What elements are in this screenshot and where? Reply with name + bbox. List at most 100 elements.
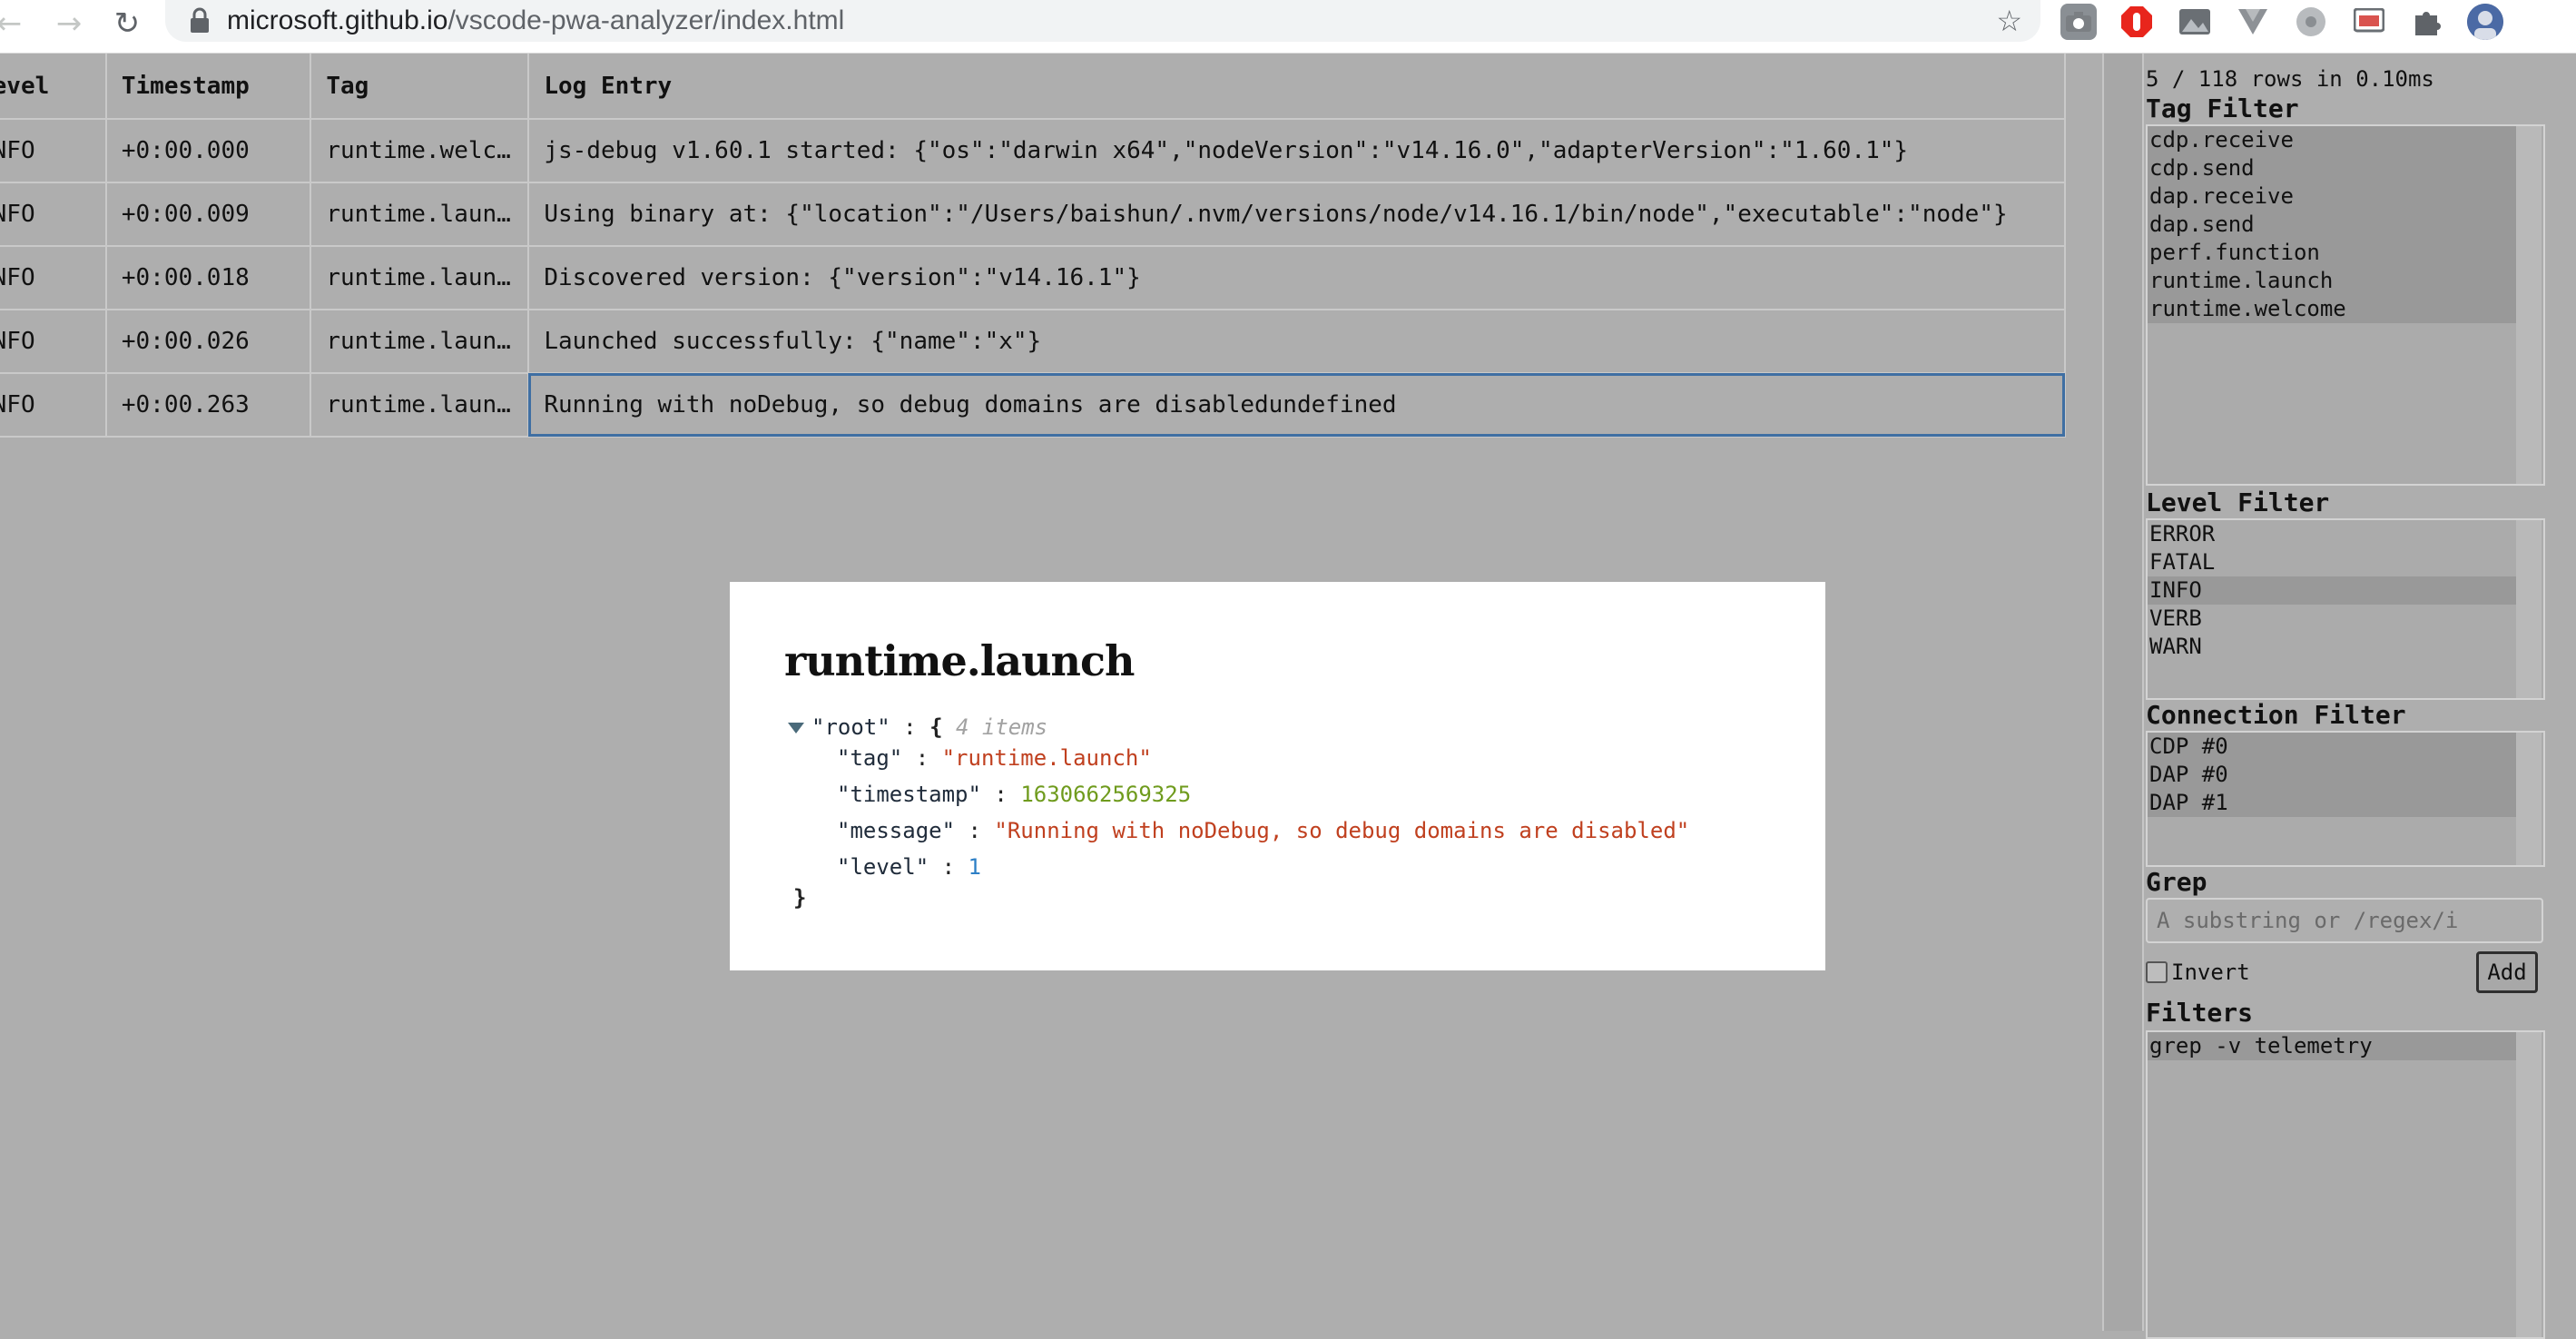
connection-option[interactable]: CDP #0	[2148, 733, 2518, 761]
json-field: "tag" : "runtime.launch"	[837, 745, 1152, 771]
cell-timestamp: +0:00.009	[105, 182, 312, 247]
reload-icon[interactable]: ↻	[109, 5, 145, 42]
json-value: 1	[968, 854, 981, 880]
cell-message[interactable]: Discovered version: {"version":"v14.16.1…	[528, 246, 2066, 310]
connection-filter-scrollbar[interactable]	[2516, 733, 2542, 865]
cell-message[interactable]: Running with noDebug, so debug domains a…	[528, 373, 2066, 438]
header-log-entry[interactable]: Log Entry	[528, 54, 2066, 120]
cast-extension-icon[interactable]	[2351, 4, 2387, 40]
camera-icon[interactable]	[2060, 4, 2097, 40]
lock-icon	[191, 7, 209, 33]
table-header-row: Level Timestamp Tag Log Entry	[0, 54, 2066, 120]
log-table: Level Timestamp Tag Log Entry INFO +0:00…	[0, 54, 2066, 438]
cell-timestamp: +0:00.263	[105, 373, 312, 438]
cell-level: INFO	[0, 310, 107, 374]
table-row[interactable]: INFO +0:00.000 runtime.welcome js-debug …	[0, 119, 2066, 183]
filter-option[interactable]: grep -v telemetry	[2148, 1032, 2518, 1060]
level-filter-list[interactable]: ERROR FATAL INFO VERB WARN	[2146, 518, 2545, 700]
adblock-icon[interactable]	[2119, 4, 2155, 40]
add-filter-button[interactable]: Add	[2476, 951, 2538, 993]
cell-tag: runtime.launch	[310, 373, 530, 438]
cell-timestamp: +0:00.026	[105, 310, 312, 374]
url-text: microsoft.github.io/vscode-pwa-analyzer/…	[227, 2, 844, 40]
json-field: "timestamp" : 1630662569325	[837, 782, 1192, 807]
forward-arrow-icon[interactable]: →	[51, 5, 87, 42]
active-filters-list[interactable]: grep -v telemetry	[2146, 1030, 2545, 1339]
puzzle-extensions-icon[interactable]	[2409, 4, 2445, 40]
image-extension-icon[interactable]	[2177, 4, 2213, 40]
header-tag[interactable]: Tag	[310, 54, 530, 120]
modal-title: runtime.launch	[784, 636, 1135, 685]
level-option[interactable]: ERROR	[2148, 520, 2518, 548]
json-key: "level"	[837, 854, 929, 880]
cell-tag: runtime.welcome	[310, 119, 530, 183]
cell-message[interactable]: Launched successfully: {"name":"x"}	[528, 310, 2066, 374]
panel-resize-handle[interactable]	[2102, 54, 2144, 1331]
bookmark-star-icon[interactable]: ☆	[1996, 2, 2022, 40]
connection-option[interactable]: DAP #0	[2148, 761, 2518, 789]
grep-title: Grep	[2146, 867, 2207, 897]
level-option[interactable]: FATAL	[2148, 548, 2518, 576]
url-host: microsoft.github.io	[227, 5, 448, 35]
tag-option[interactable]: dap.send	[2148, 211, 2518, 239]
json-key: "tag"	[837, 745, 903, 771]
json-key: "message"	[837, 818, 956, 843]
json-root-line[interactable]: "root" : { 4 items	[788, 714, 1047, 740]
invert-checkbox-label[interactable]: Invert	[2146, 958, 2250, 987]
json-key: "timestamp"	[837, 782, 981, 807]
invert-label: Invert	[2171, 960, 2250, 985]
level-option-selected[interactable]: INFO	[2148, 576, 2518, 605]
tag-option[interactable]: runtime.welcome	[2148, 295, 2518, 323]
cell-level: INFO	[0, 119, 107, 183]
header-level[interactable]: Level	[0, 54, 107, 120]
tag-option[interactable]: runtime.launch	[2148, 267, 2518, 295]
address-bar[interactable]: microsoft.github.io/vscode-pwa-analyzer/…	[165, 0, 2040, 42]
filters-scrollbar[interactable]	[2516, 1032, 2542, 1337]
browser-toolbar: ← → ↻ microsoft.github.io/vscode-pwa-ana…	[0, 0, 2576, 54]
cell-tag: runtime.launch	[310, 310, 530, 374]
tag-option[interactable]: perf.function	[2148, 239, 2518, 267]
json-closing-brace: }	[793, 885, 807, 911]
json-item-count: 4 items	[955, 714, 1048, 740]
filter-sidebar: 5 / 118 rows in 0.10ms Tag Filter cdp.re…	[2144, 54, 2576, 1339]
cell-level: INFO	[0, 182, 107, 247]
json-value: "runtime.launch"	[941, 745, 1152, 771]
tag-option[interactable]: dap.receive	[2148, 182, 2518, 211]
cell-level: INFO	[0, 373, 107, 438]
connection-option[interactable]: DAP #1	[2148, 789, 2518, 817]
tag-option[interactable]: cdp.receive	[2148, 126, 2518, 154]
connection-filter-title: Connection Filter	[2146, 700, 2406, 730]
cell-timestamp: +0:00.000	[105, 119, 312, 183]
table-row[interactable]: INFO +0:00.018 runtime.launch Discovered…	[0, 246, 2066, 310]
json-value: 1630662569325	[1020, 782, 1192, 807]
table-row[interactable]: INFO +0:00.009 runtime.launch Using bina…	[0, 182, 2066, 247]
cell-timestamp: +0:00.018	[105, 246, 312, 310]
json-root-key: "root"	[811, 714, 890, 740]
cell-message[interactable]: js-debug v1.60.1 started: {"os":"darwin …	[528, 119, 2066, 183]
vue-devtools-icon[interactable]	[2235, 4, 2271, 40]
collapse-caret-icon[interactable]	[788, 723, 804, 733]
json-field: "level" : 1	[837, 854, 981, 880]
cell-tag: runtime.launch	[310, 246, 530, 310]
cell-message[interactable]: Using binary at: {"location":"/Users/bai…	[528, 182, 2066, 247]
header-timestamp[interactable]: Timestamp	[105, 54, 312, 120]
tag-filter-scrollbar[interactable]	[2516, 126, 2542, 484]
music-extension-icon[interactable]	[2293, 4, 2329, 40]
tag-option[interactable]: cdp.send	[2148, 154, 2518, 182]
json-field: "message" : "Running with noDebug, so de…	[837, 818, 1690, 843]
tag-filter-title: Tag Filter	[2146, 94, 2299, 123]
table-row-selected[interactable]: INFO +0:00.263 runtime.launch Running wi…	[0, 373, 2066, 438]
level-filter-scrollbar[interactable]	[2516, 520, 2542, 698]
grep-input[interactable]	[2146, 898, 2543, 943]
table-row[interactable]: INFO +0:00.026 runtime.launch Launched s…	[0, 310, 2066, 374]
level-option[interactable]: VERB	[2148, 605, 2518, 633]
level-filter-title: Level Filter	[2146, 487, 2330, 517]
tag-filter-list[interactable]: cdp.receive cdp.send dap.receive dap.sen…	[2146, 124, 2545, 486]
back-arrow-icon[interactable]: ←	[0, 5, 27, 42]
cell-level: INFO	[0, 246, 107, 310]
connection-filter-list[interactable]: CDP #0 DAP #0 DAP #1	[2146, 731, 2545, 867]
filters-title: Filters	[2146, 998, 2254, 1028]
profile-avatar-icon[interactable]	[2467, 4, 2503, 40]
level-option[interactable]: WARN	[2148, 633, 2518, 661]
invert-checkbox[interactable]	[2146, 961, 2168, 983]
